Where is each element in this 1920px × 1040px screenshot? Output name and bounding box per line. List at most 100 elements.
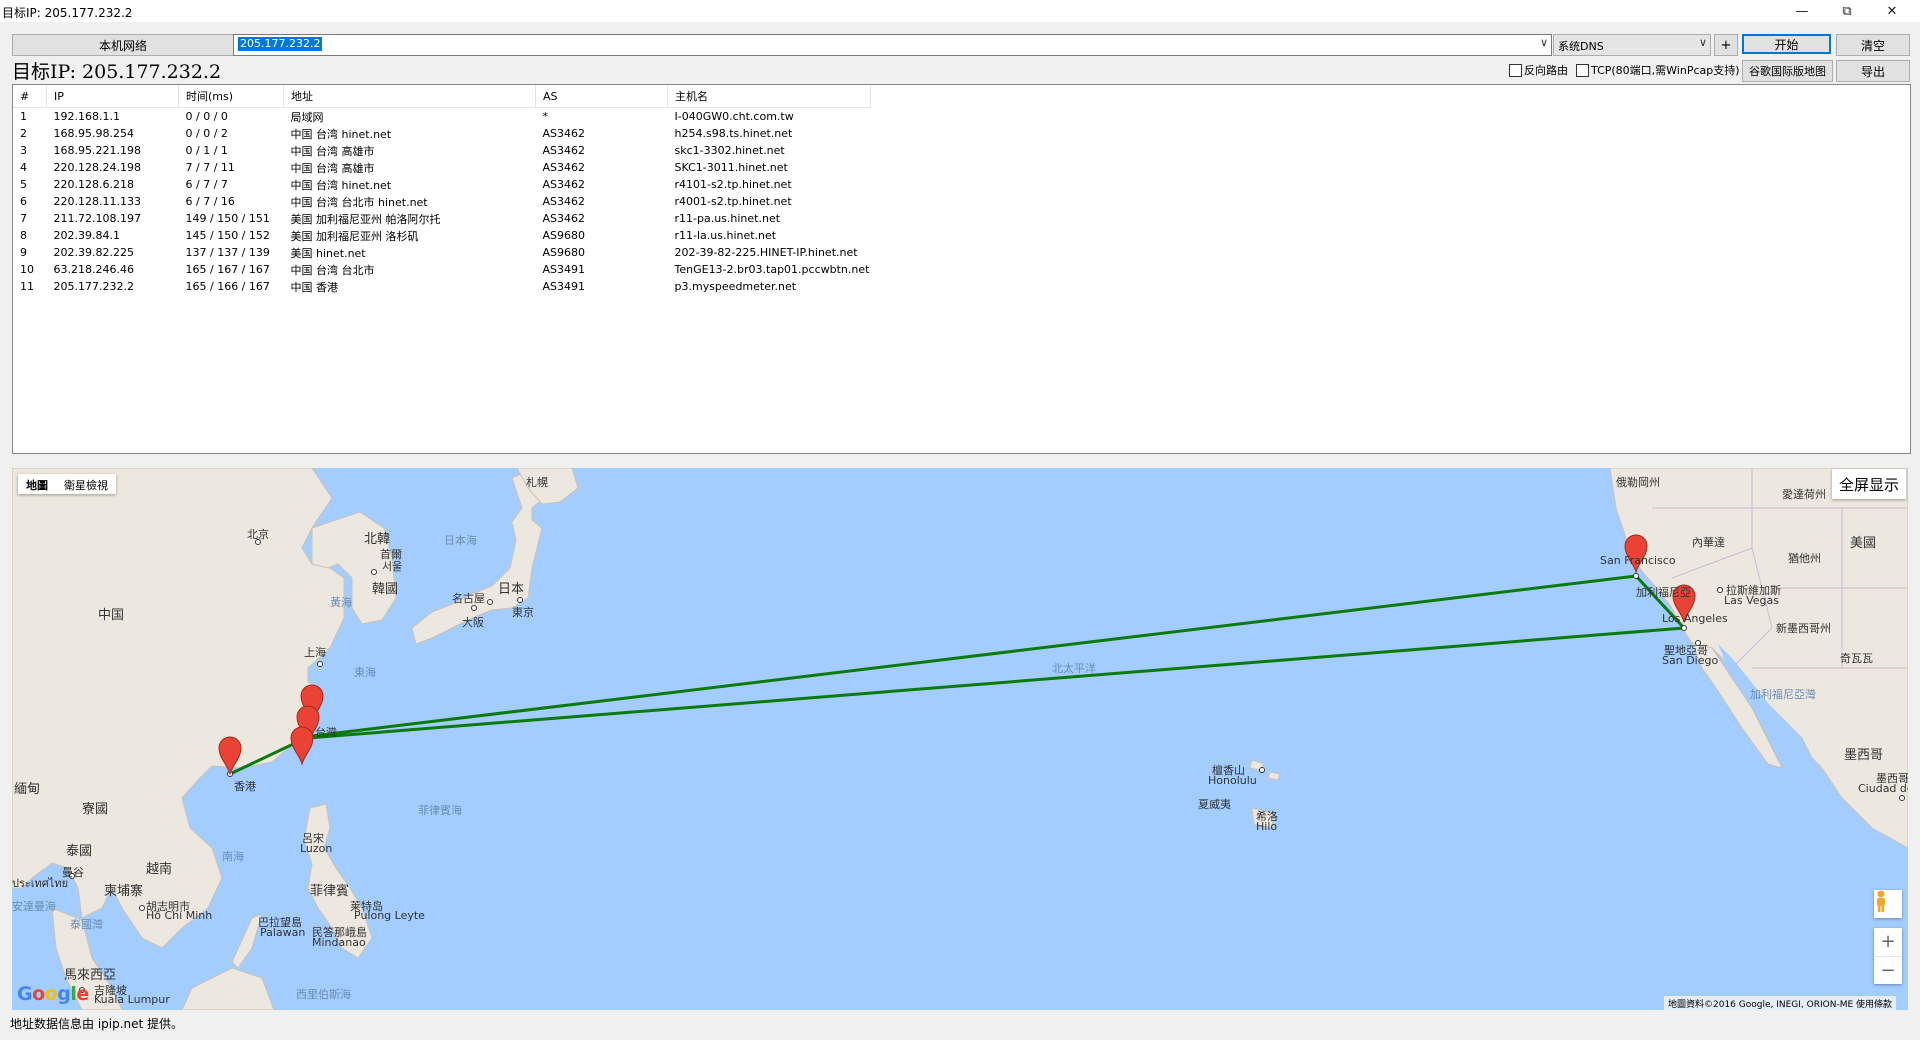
hop-time: 145 / 150 / 152 — [185, 229, 270, 242]
street-view-pegman-icon[interactable] — [1874, 890, 1902, 918]
hop-as: * — [542, 110, 549, 123]
hop-ip: 220.128.11.133 — [53, 195, 141, 208]
hop-address: 中国 台湾 高雄市 — [290, 161, 375, 175]
dns-select[interactable]: 系统DNS ∨ — [1553, 34, 1711, 56]
city-dot-lv — [1717, 587, 1723, 593]
map-attribution[interactable]: 地圖資料©2016 Google, INEGI, ORION-ME 使用條款 — [1664, 996, 1897, 1010]
table-row[interactable]: 2 168.95.98.254 0 / 0 / 2 中国 台湾 hinet.net AS… — [13, 125, 871, 142]
hop-index: 7 — [20, 212, 27, 225]
column-header-hostname[interactable]: 主机名 — [667, 85, 871, 108]
map-label-honolulu-en: Honolulu — [1208, 774, 1257, 787]
table-row[interactable]: 7 211.72.108.197 149 / 150 / 151 美国 加利福尼亚州 … — [13, 210, 871, 227]
close-icon: ✕ — [1886, 3, 1898, 19]
hop-time: 0 / 0 / 2 — [185, 127, 228, 140]
hop-ip: 211.72.108.197 — [53, 212, 141, 225]
hop-address: 中国 台湾 hinet.net — [290, 127, 392, 141]
map-label-sapporo: 札幌 — [526, 476, 548, 489]
hop-index: 3 — [20, 144, 27, 157]
zoom-in-button[interactable]: + — [1874, 928, 1902, 955]
hop-index: 9 — [20, 246, 27, 259]
hop-as: AS9680 — [542, 246, 586, 259]
column-header-time[interactable]: 时间(ms) — [178, 85, 284, 108]
minimize-button[interactable]: — — [1780, 0, 1824, 22]
zoom-out-button[interactable]: − — [1874, 956, 1902, 984]
zoom-control: + − — [1874, 928, 1902, 984]
chevron-down-icon[interactable]: ∨ — [1699, 36, 1707, 49]
table-row[interactable]: 9 202.39.82.225 137 / 137 / 139 美国 hinet.ne… — [13, 244, 871, 261]
map-label-sonora: 奇瓦瓦 — [1840, 652, 1873, 665]
map-label-south-korea: 韓國 — [372, 582, 399, 597]
checkbox-box[interactable] — [1576, 63, 1589, 77]
table-row[interactable]: 5 220.128.6.218 6 / 7 / 7 中国 台湾 hinet.net AS… — [13, 176, 871, 193]
status-text: 地址数据信息由 ipip.net 提供。 — [10, 1017, 184, 1031]
local-network-button[interactable]: 本机网络 — [12, 34, 234, 56]
table-row[interactable]: 10 63.218.246.46 165 / 167 / 167 中国 台湾 台北市 A… — [13, 261, 871, 278]
hop-as: AS3462 — [542, 127, 586, 140]
borneo-island — [181, 967, 275, 1010]
hop-address: 美国 加利福尼亚州 洛杉矶 — [290, 229, 419, 243]
hop-address: 中国 台湾 hinet.net — [290, 178, 392, 192]
hop-hostname: r4001-s2.tp.hinet.net — [674, 195, 792, 208]
map-marker-icon[interactable] — [290, 726, 314, 766]
column-header-ip[interactable]: IP — [46, 85, 179, 108]
clear-button[interactable]: 清空 — [1836, 34, 1910, 56]
map-label-lv-en: Las Vegas — [1724, 594, 1779, 607]
close-button[interactable]: ✕ — [1870, 0, 1914, 22]
hop-markers — [218, 534, 1696, 776]
table-row[interactable]: 6 220.128.11.133 6 / 7 / 16 中国 台湾 台北市 hinet… — [13, 193, 871, 210]
hop-index: 5 — [20, 178, 27, 191]
google-logo[interactable]: Google — [17, 983, 89, 1005]
table-row[interactable]: 8 202.39.84.1 145 / 150 / 152 美国 加利福尼亚州 洛杉矶… — [13, 227, 871, 244]
hop-address: 中国 台湾 台北市 — [290, 263, 375, 277]
map-label-north-pacific: 北太平洋 — [1052, 662, 1096, 675]
fullscreen-button[interactable]: 全屏显示 — [1832, 469, 1906, 499]
map-label-thai-script: ประเทศไทย — [12, 877, 69, 890]
column-header-index[interactable]: # — [13, 85, 47, 108]
hop-index: 1 — [20, 110, 27, 123]
map-label-mexico-city-en: Ciudad de México — [1858, 782, 1908, 795]
target-ip-input[interactable]: 205.177.232.2 — [238, 37, 323, 51]
hop-hostname: 202-39-82-225.HINET-IP.hinet.net — [674, 246, 858, 259]
export-button[interactable]: 导出 — [1836, 60, 1910, 82]
city-dot-seoul — [371, 569, 377, 575]
hop-hostname: h254.s98.ts.hinet.net — [674, 127, 793, 140]
table-row[interactable]: 4 220.128.24.198 7 / 7 / 11 中国 台湾 高雄市 AS3462… — [13, 159, 871, 176]
map-label-osaka: 大阪 — [462, 616, 484, 629]
column-header-as[interactable]: AS — [535, 85, 668, 108]
map-label-luzon-en: Luzon — [300, 842, 333, 855]
map-type-satellite-tab[interactable]: 衛星檢視 — [56, 474, 116, 494]
map-label-utah: 猶他州 — [1788, 552, 1821, 565]
route-map[interactable]: 札幌 北京 北韓 日本海 首爾 서울 韓國 日本 名古屋 東京 大阪 中国 黃海… — [12, 468, 1908, 1010]
reverse-route-checkbox[interactable]: 反向路由 — [1509, 62, 1568, 78]
column-header-address[interactable]: 地址 — [283, 85, 536, 108]
hop-as: AS3462 — [542, 161, 586, 174]
hop-ip: 202.39.84.1 — [53, 229, 120, 242]
map-label-southwest: 新墨西哥州 — [1776, 622, 1831, 635]
chevron-down-icon[interactable]: ∨ — [1540, 36, 1548, 49]
checkbox-box[interactable] — [1509, 63, 1522, 77]
hop-as: AS3462 — [542, 195, 586, 208]
start-button[interactable]: 开始 — [1742, 34, 1831, 54]
hop-index: 4 — [20, 161, 27, 174]
city-dot-honolulu — [1259, 767, 1265, 773]
map-marker-icon[interactable] — [218, 736, 242, 776]
add-dns-button[interactable]: + — [1714, 34, 1738, 56]
google-map-button[interactable]: 谷歌国际版地图 — [1742, 60, 1833, 82]
map-label-cambodia: 柬埔寨 — [104, 884, 144, 899]
trace-results-list[interactable]: # IP 时间(ms) 地址 AS 主机名 1 192.168.1.1 0 / 0 … — [12, 84, 1911, 454]
city-dot-sf — [1633, 573, 1639, 579]
restore-button[interactable]: ⧉ — [1825, 0, 1869, 22]
tcp-checkbox[interactable]: TCP(80端口,需WinPcap支持) — [1576, 62, 1740, 78]
map-label-hcm-en: Hồ Chí Minh — [146, 909, 213, 922]
map-label-sd-en: San Diego — [1662, 654, 1719, 667]
table-row[interactable]: 1 192.168.1.1 0 / 0 / 0 局域网 * I-040GW0.cht.co… — [13, 108, 871, 126]
map-type-map-tab[interactable]: 地圖 — [18, 474, 56, 494]
tcp-label: TCP(80端口,需WinPcap支持) — [1591, 64, 1740, 77]
table-row[interactable]: 3 168.95.221.198 0 / 1 / 1 中国 台湾 高雄市 AS3462 s… — [13, 142, 871, 159]
map-label-laos: 寮國 — [82, 802, 109, 817]
target-ip-combobox[interactable]: 205.177.232.2 ∨ — [233, 34, 1552, 56]
map-label-hong-kong: 香港 — [234, 780, 256, 793]
table-row[interactable]: 11 205.177.232.2 165 / 166 / 167 中国 香港 AS349… — [13, 278, 871, 295]
map-label-nagoya: 名古屋 — [452, 592, 485, 605]
hop-ip: 192.168.1.1 — [53, 110, 120, 123]
